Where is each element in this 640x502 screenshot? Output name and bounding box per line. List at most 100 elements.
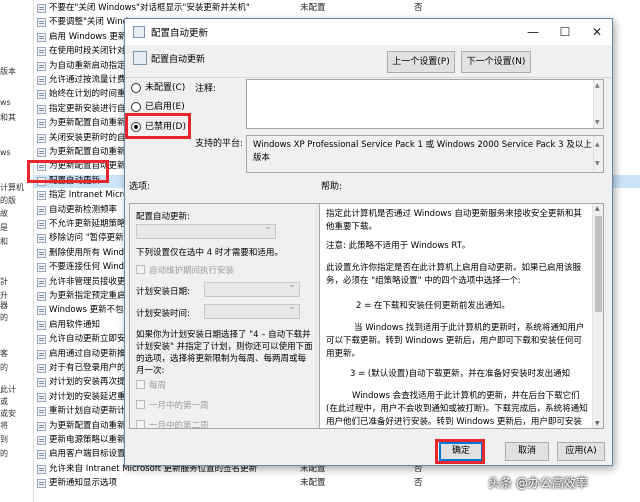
scroll-down-icon[interactable]: ▼ [595, 157, 600, 170]
policy-icon [37, 119, 46, 129]
scroll-up-icon[interactable]: ▲ [595, 82, 600, 89]
maximize-button[interactable]: ☐ [549, 19, 581, 45]
help-scrollbar[interactable]: ▲ ▼ [592, 204, 603, 428]
policy-icon [37, 479, 46, 489]
radio-circle [131, 102, 141, 112]
help-paragraph: Windows 会查找适用于此计算机的更新，并在后台下载它们(在此过程中，用户不… [326, 391, 588, 427]
scroll-thumb[interactable] [595, 216, 602, 312]
help-paragraph: 当 Windows 找到适用于此计算机的更新时，系统将通知用户可以下载更新。转到… [326, 323, 585, 359]
policy-row-name: 启用客户端目标设置 [49, 449, 126, 460]
install-day-select[interactable] [204, 280, 300, 297]
policy-icon [37, 450, 46, 460]
highlight-ok-button [435, 439, 485, 464]
install-time-label: 计划安装时间: [136, 309, 190, 319]
minimize-button[interactable]: — [517, 19, 549, 45]
policy-row-name: 为更新配置自动重新 [49, 147, 126, 157]
policy-icon [37, 90, 46, 100]
note-line: 下列设置仅在选中 4 时才需要和适用。 [136, 248, 283, 258]
options-label: 选项: [129, 182, 151, 192]
policy-icon [37, 191, 46, 201]
policy-icon [37, 421, 46, 431]
policy-icon [37, 47, 46, 57]
policy-icon [133, 26, 145, 38]
policy-row[interactable]: 不要在"关闭 Windows"对话框显示"安装更新并关机" 未配置 否 [34, 2, 640, 15]
policy-icon [37, 61, 46, 71]
policy-row-name: 对计划的安装再次提 [49, 377, 126, 388]
cancel-button[interactable]: 取消 [505, 442, 549, 461]
comment-scrollbar[interactable]: ▲ ▼ [593, 80, 603, 128]
tree-item-fragment: 的版 [0, 196, 16, 205]
tree-item-fragment: 是 [0, 223, 8, 232]
next-setting-button[interactable]: 下一个设置(N) [461, 51, 531, 73]
policy-row-comment: 否 [414, 478, 423, 489]
policy-row-name: 不要连接任何 Windo [49, 262, 130, 273]
configure-auto-update-label: 配置自动更新: [136, 212, 190, 222]
maintenance-label: 自动维护期间执行安装 [149, 266, 235, 276]
tree-item-fragment: 或安 [0, 409, 16, 418]
highlight-configure-auto-update-row [27, 160, 109, 183]
maintenance-checkbox[interactable] [136, 265, 145, 274]
policy-row-name: 关闭安装更新时的自 [49, 132, 126, 143]
policy-row-name: 不要调整"关闭 Windo [49, 17, 134, 28]
policy-row-name: 为更新配置自动重新 [49, 118, 126, 129]
watermark: 头条 @办公高效率 [488, 476, 588, 490]
tree-item-fragment: 和 [0, 237, 8, 246]
comment-textarea[interactable]: ▲ ▼ [246, 79, 604, 129]
options-description: 如果你为计划安装日期选择了 "4 – 自动下载并计划安装" 并指定了计划，则你还… [136, 330, 313, 376]
policy-icon [37, 32, 46, 42]
scroll-up-icon[interactable]: ▲ [595, 205, 600, 212]
help-label: 帮助: [321, 182, 343, 192]
policy-row-name: Windows 更新不包 [49, 305, 124, 316]
help-paragraph: 3 = (默认设置)自动下载更新，并在准备好安装时发出通知 [350, 369, 571, 379]
dialog-titlebar: 配置自动更新 — ☐ ✕ [125, 19, 612, 45]
policy-icon [37, 234, 46, 244]
scroll-up-icon[interactable]: ▲ [595, 138, 600, 151]
policy-icon [37, 220, 46, 229]
policy-row-name: 启用 Windows 更新 [49, 31, 127, 42]
tree-item-fragment: 客 [0, 349, 8, 358]
radio-circle [131, 83, 141, 93]
weekly-checkbox[interactable] [136, 380, 145, 389]
tree-item-fragment: 计算机 [0, 183, 24, 192]
policy-row-name: 启用通过自动更新推 [49, 348, 126, 359]
policy-row-name: 指定更新安装进行自 [49, 103, 126, 114]
tree-item-fragment: 到 [0, 435, 8, 444]
policy-icon [37, 407, 46, 417]
policy-row-name: 移除访问 "暂停更新 [49, 233, 124, 244]
policy-icon [37, 205, 46, 215]
platform-scrollbar[interactable]: ▲ ▼ [593, 136, 603, 172]
policy-row-name: 重新计划自动更新计 [49, 406, 126, 417]
policy-row-name: 更新通知显示选项 [49, 478, 118, 489]
comment-label: 注释: [195, 84, 217, 94]
prev-setting-button[interactable]: 上一个设置(P) [387, 51, 455, 73]
policy-row-state: 未配置 [300, 478, 326, 489]
policy-row-name: 为自动重新启动指定 [49, 60, 126, 71]
policy-icon [37, 76, 46, 85]
policy-row-name: 更新电源策略以重新 [49, 435, 126, 445]
configure-auto-update-select[interactable] [136, 222, 276, 239]
policy-icon [37, 364, 46, 373]
tree-item-fragment: 版本 [0, 67, 16, 76]
policy-row-name: 允许自动更新立即安 [49, 334, 126, 345]
policy-icon [37, 392, 46, 402]
tree-item-fragment: 的 [0, 363, 8, 372]
dialog-title: 配置自动更新 [151, 28, 209, 39]
second-week-checkbox[interactable] [136, 420, 145, 428]
tree-item-fragment: 的 [0, 313, 8, 322]
policy-row-name: 为更新指定预定重启 [49, 291, 126, 301]
install-time-select[interactable] [204, 302, 300, 319]
policy-icon [37, 4, 46, 13]
close-button[interactable]: ✕ [581, 19, 613, 45]
policy-row-name: 启用软件通知 [49, 319, 101, 330]
weekly-label: 每周 [149, 381, 167, 391]
first-week-checkbox[interactable] [136, 400, 145, 409]
tree-item-fragment: 此计 [0, 385, 16, 394]
tree-item-fragment: 計 [0, 277, 8, 286]
first-week-label: 一月中的第一周 [149, 401, 209, 411]
left-tree-pane: 版本 ws 和其 ws 计算机 的版故是和計升器的客的此计或或安将到的 [0, 0, 34, 502]
apply-button[interactable]: 应用(A) [557, 442, 605, 461]
tree-item-fragment: ws [0, 98, 11, 107]
policy-icon [37, 18, 46, 28]
scroll-down-icon[interactable]: ▼ [595, 420, 600, 427]
scroll-down-icon[interactable]: ▼ [595, 119, 600, 126]
